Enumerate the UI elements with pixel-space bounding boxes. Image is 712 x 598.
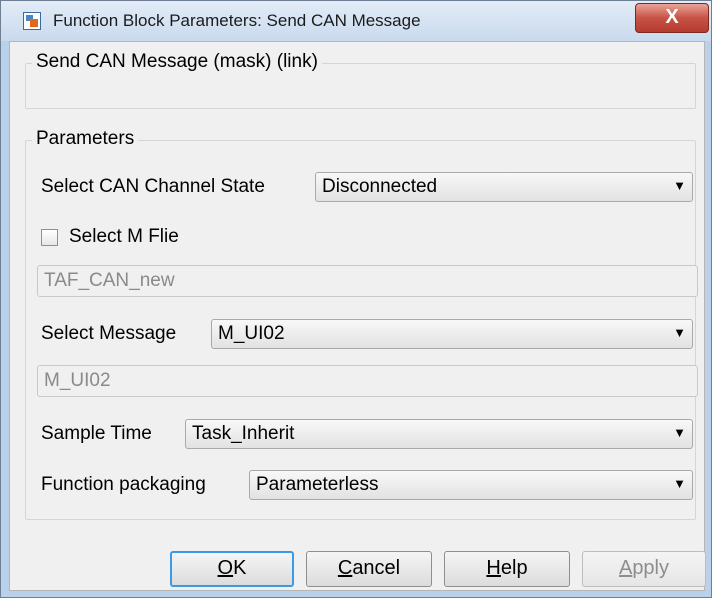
message-field-value: M_UI02 <box>44 370 111 391</box>
window-title: Function Block Parameters: Send CAN Mess… <box>53 11 421 30</box>
ok-mnemonic: O <box>217 557 234 579</box>
channel-state-value: Disconnected <box>322 176 438 197</box>
close-button[interactable]: X <box>635 3 709 33</box>
function-packaging-value: Parameterless <box>256 474 379 495</box>
parameters-group-title: Parameters <box>32 128 139 150</box>
sample-time-value: Task_Inherit <box>192 423 295 444</box>
description-group-title: Send CAN Message (mask) (link) <box>32 51 322 73</box>
message-field[interactable]: M_UI02 <box>37 365 698 397</box>
function-packaging-label: Function packaging <box>41 474 206 495</box>
chevron-down-icon: ▼ <box>673 425 686 440</box>
select-message-dropdown[interactable]: M_UI02 ▼ <box>211 319 693 349</box>
cancel-mnemonic: C <box>337 557 353 579</box>
help-label-rest: elp <box>500 557 528 579</box>
function-packaging-dropdown[interactable]: Parameterless ▼ <box>249 470 693 500</box>
sample-time-label: Sample Time <box>41 423 152 444</box>
close-icon: X <box>665 6 679 28</box>
select-message-label: Select Message <box>41 323 177 344</box>
chevron-down-icon: ▼ <box>673 178 686 193</box>
ok-button[interactable]: OK <box>170 551 294 587</box>
select-message-value: M_UI02 <box>218 323 285 344</box>
help-mnemonic: H <box>486 557 501 579</box>
chevron-down-icon: ▼ <box>673 325 686 340</box>
cancel-label-rest: ancel <box>352 557 401 579</box>
select-m-file-checkbox[interactable] <box>41 229 58 246</box>
cancel-button[interactable]: Cancel <box>306 551 432 587</box>
title-bar[interactable]: Function Block Parameters: Send CAN Mess… <box>1 1 711 41</box>
m-file-field[interactable]: TAF_CAN_new <box>37 265 698 297</box>
select-m-file-label[interactable]: Select M Flie <box>69 226 179 248</box>
m-file-value: TAF_CAN_new <box>44 270 175 291</box>
simulink-block-icon <box>23 12 41 30</box>
channel-state-label: Select CAN Channel State <box>41 176 265 197</box>
dialog-client-area: Send CAN Message (mask) (link) Parameter… <box>9 41 706 591</box>
apply-mnemonic: A <box>618 557 633 579</box>
dialog-window: Function Block Parameters: Send CAN Mess… <box>0 0 712 598</box>
help-button[interactable]: Help <box>444 551 570 587</box>
chevron-down-icon: ▼ <box>673 476 686 491</box>
sample-time-dropdown[interactable]: Task_Inherit ▼ <box>185 419 693 449</box>
apply-button[interactable]: Apply <box>582 551 706 587</box>
channel-state-dropdown[interactable]: Disconnected ▼ <box>315 172 693 202</box>
ok-label-rest: K <box>233 557 247 579</box>
apply-label-rest: pply <box>632 557 670 579</box>
